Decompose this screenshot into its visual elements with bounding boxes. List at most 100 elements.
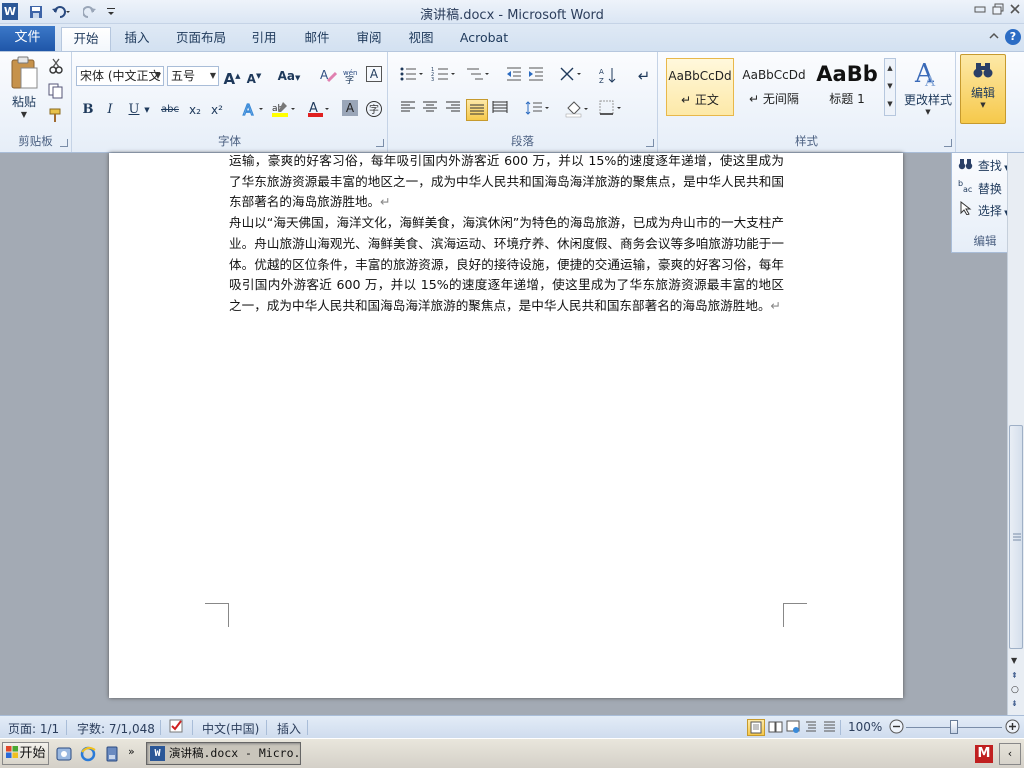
replace-button[interactable]: b ac 替换 xyxy=(958,179,1002,197)
clipboard-dialog-launcher-icon[interactable] xyxy=(60,139,68,147)
web-layout-icon[interactable] xyxy=(786,720,802,737)
shading-icon[interactable] xyxy=(564,100,592,120)
change-styles-button[interactable]: AA 更改样式 ▼ xyxy=(902,56,954,122)
scroll-down-arrow-icon[interactable]: ▼ xyxy=(1011,656,1017,665)
superscript-button[interactable]: x² xyxy=(207,100,227,120)
align-right-icon[interactable] xyxy=(443,100,463,120)
select-button[interactable]: 选择 ▼ xyxy=(958,200,1009,219)
font-name-combo[interactable]: 宋体 (中文正文 ▼ xyxy=(76,66,164,86)
quicklaunch-network-icon[interactable] xyxy=(56,746,72,765)
style-normal[interactable]: AaBbCcDd ↵ 正文 xyxy=(666,58,734,116)
font-size-dropdown-icon[interactable]: ▼ xyxy=(210,67,216,85)
close-window-icon[interactable] xyxy=(1007,3,1023,19)
browse-object-icon[interactable]: ○ xyxy=(1011,685,1019,695)
tab-view[interactable]: 视图 xyxy=(400,27,442,51)
zoom-out-icon[interactable] xyxy=(889,719,904,737)
clear-formatting-icon[interactable]: A xyxy=(318,66,338,86)
zoom-in-icon[interactable] xyxy=(1005,719,1020,737)
align-center-icon[interactable] xyxy=(420,100,440,120)
zoom-slider-thumb[interactable] xyxy=(950,720,958,734)
minimize-ribbon-icon[interactable] xyxy=(986,30,1002,46)
quicklaunch-overflow-icon[interactable]: » xyxy=(128,745,135,758)
paragraph-dialog-launcher-icon[interactable] xyxy=(646,139,654,147)
zoom-level[interactable]: 100% xyxy=(848,720,882,734)
taskbar-word-window[interactable]: W 演讲稿.docx - Micro... xyxy=(146,742,301,765)
print-layout-view-icon[interactable] xyxy=(747,719,765,736)
copy-icon[interactable] xyxy=(46,83,66,103)
font-dialog-launcher-icon[interactable] xyxy=(376,139,384,147)
paste-button[interactable]: 粘贴 ▼ xyxy=(6,56,42,124)
style-no-spacing[interactable]: AaBbCcDd ↵ 无间隔 xyxy=(740,58,808,116)
subscript-button[interactable]: x₂ xyxy=(185,100,205,120)
restore-window-icon[interactable] xyxy=(990,3,1006,19)
character-border-icon[interactable]: A xyxy=(366,66,382,82)
document-body[interactable]: 运输，豪爽的好客习俗，每年吸引国内外游客近 600 万，并以 15%的速度逐年递… xyxy=(229,151,784,317)
enclose-characters-icon[interactable]: 字 xyxy=(364,100,384,120)
numbering-icon[interactable]: 123 xyxy=(430,66,458,86)
tab-file[interactable]: 文件 xyxy=(0,26,55,51)
phonetic-guide-icon[interactable]: wén 字 xyxy=(342,66,362,86)
outline-view-icon[interactable] xyxy=(804,720,820,737)
font-size-combo[interactable]: 五号 ▼ xyxy=(167,66,219,86)
styles-gallery-scroller[interactable]: ▲ ▼ ▼ xyxy=(884,58,896,116)
editing-button[interactable]: 编辑 ▼ xyxy=(960,54,1006,124)
paragraph-2[interactable]: 舟山以“海天佛国，海洋文化，海鲜美食，海滨休闲”为特色的海岛旅游，已成为舟山市的… xyxy=(229,213,784,317)
page-count[interactable]: 页面: 1/1 xyxy=(8,720,59,737)
justify-icon[interactable] xyxy=(466,99,488,121)
paragraph-1[interactable]: 运输，豪爽的好客习俗，每年吸引国内外游客近 600 万，并以 15%的速度逐年递… xyxy=(229,151,784,213)
tab-references[interactable]: 引用 xyxy=(243,27,285,51)
tray-expand-icon[interactable]: ‹ xyxy=(999,743,1021,765)
word-count[interactable]: 字数: 7/1,048 xyxy=(77,720,155,737)
text-effects-icon[interactable]: A xyxy=(240,100,266,120)
font-name-dropdown-icon[interactable]: ▼ xyxy=(155,67,161,85)
strikethrough-button[interactable]: abc xyxy=(158,100,182,120)
grow-font-button[interactable]: A▲ xyxy=(222,66,242,88)
full-screen-reading-icon[interactable] xyxy=(768,720,784,737)
next-page-icon[interactable]: ⇟ xyxy=(1011,699,1018,708)
borders-icon[interactable] xyxy=(598,100,626,120)
underline-button[interactable]: U xyxy=(124,100,144,120)
quicklaunch-ie-icon[interactable] xyxy=(80,746,96,765)
change-styles-dropdown-icon[interactable]: ▼ xyxy=(902,108,954,116)
tab-page-layout[interactable]: 页面布局 xyxy=(170,27,232,51)
line-spacing-icon[interactable] xyxy=(524,100,552,120)
cut-icon[interactable] xyxy=(46,58,66,78)
language-status[interactable]: 中文(中国) xyxy=(202,720,259,737)
document-scroll-area[interactable]: 运输，豪爽的好客习俗，每年吸引国内外游客近 600 万，并以 15%的速度逐年递… xyxy=(0,153,1024,715)
scrollbar-thumb[interactable] xyxy=(1009,425,1023,649)
align-left-icon[interactable] xyxy=(398,100,418,120)
paste-dropdown-arrow-icon[interactable]: ▼ xyxy=(6,110,42,119)
tab-mailings[interactable]: 邮件 xyxy=(296,27,338,51)
find-button[interactable]: 查找 ▼ xyxy=(958,157,1009,174)
insert-mode-status[interactable]: 插入 xyxy=(277,720,301,737)
asian-layout-icon[interactable] xyxy=(558,66,586,86)
ribbon-minimize-icon[interactable] xyxy=(972,3,988,19)
vertical-scrollbar[interactable]: ▼ ⇞ ○ ⇟ xyxy=(1007,153,1024,715)
tab-home[interactable]: 开始 xyxy=(61,27,111,51)
help-icon[interactable]: ? xyxy=(1005,29,1021,45)
tray-mcafee-icon[interactable]: M xyxy=(975,745,993,763)
multilevel-list-icon[interactable] xyxy=(464,66,492,86)
start-button[interactable]: 开始 xyxy=(2,742,49,765)
tab-insert[interactable]: 插入 xyxy=(115,27,159,51)
change-case-button[interactable]: Aa▼ xyxy=(275,66,303,86)
quicklaunch-app-icon[interactable] xyxy=(104,746,120,765)
font-color-icon[interactable]: A xyxy=(306,100,332,120)
bold-button[interactable]: B xyxy=(78,100,98,120)
styles-dialog-launcher-icon[interactable] xyxy=(944,139,952,147)
proofing-icon[interactable] xyxy=(168,718,186,737)
tab-acrobat[interactable]: Acrobat xyxy=(454,27,514,51)
format-painter-icon[interactable] xyxy=(46,107,66,127)
sort-icon[interactable]: AZ xyxy=(598,66,618,86)
italic-button[interactable]: I xyxy=(100,100,120,120)
increase-indent-icon[interactable] xyxy=(526,66,546,86)
underline-dropdown-icon[interactable]: ▼ xyxy=(142,100,152,120)
style-heading-1[interactable]: AaBb 标题 1 xyxy=(812,58,882,116)
document-page[interactable]: 运输，豪爽的好客习俗，每年吸引国内外游客近 600 万，并以 15%的速度逐年递… xyxy=(109,153,903,698)
character-shading-icon[interactable]: A xyxy=(342,100,358,116)
draft-view-icon[interactable] xyxy=(822,720,838,737)
shrink-font-button[interactable]: A▼ xyxy=(244,66,264,86)
previous-page-icon[interactable]: ⇞ xyxy=(1011,671,1018,680)
bullets-icon[interactable] xyxy=(398,66,426,86)
show-formatting-marks-icon[interactable]: ↵ xyxy=(634,66,654,86)
